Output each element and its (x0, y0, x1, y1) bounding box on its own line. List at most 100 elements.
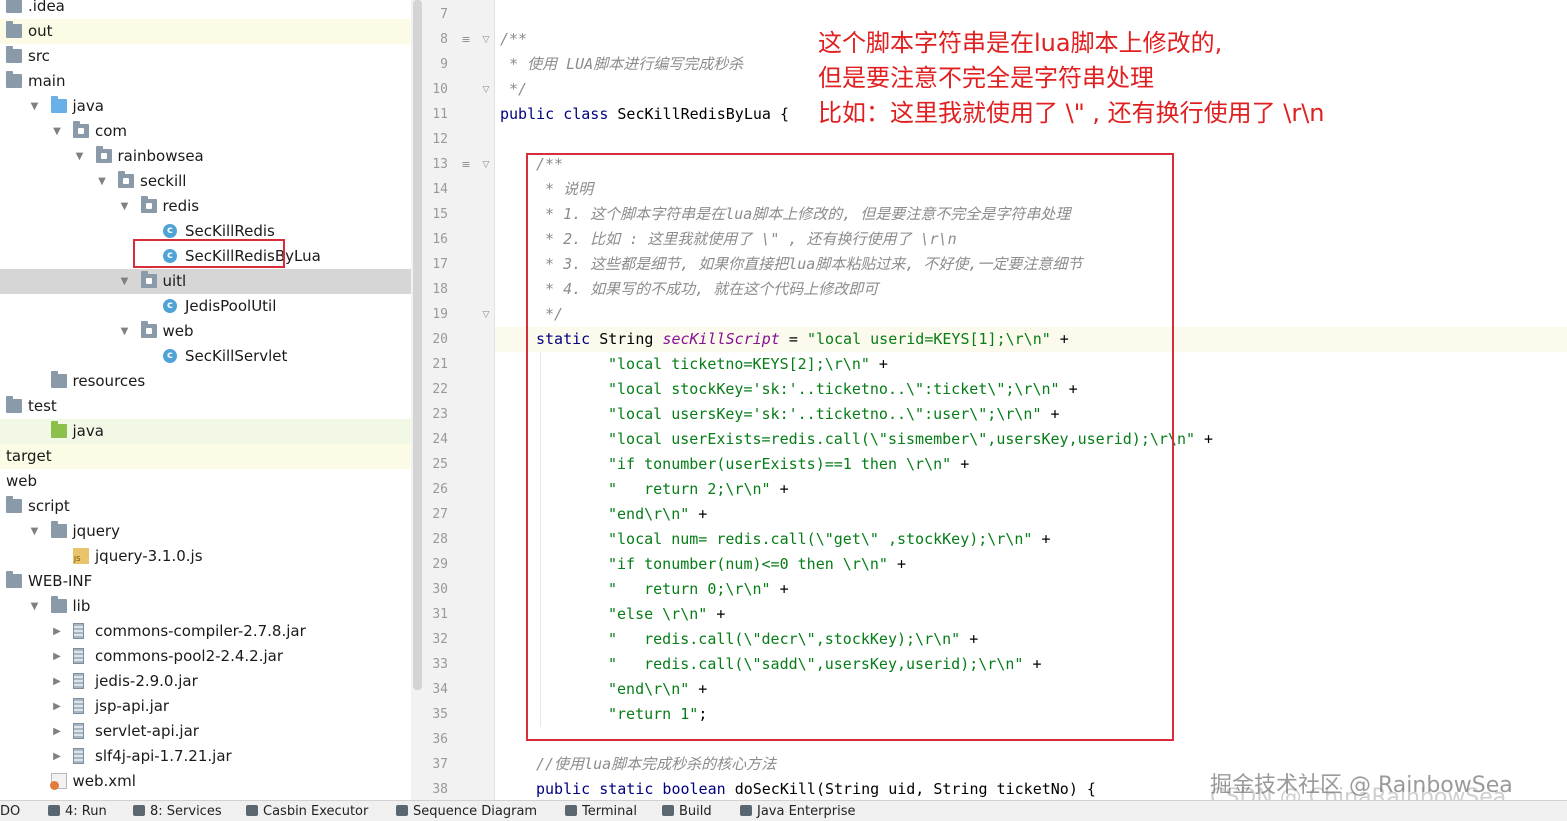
expand-arrow-icon[interactable]: ▼ (96, 169, 108, 194)
code-line: //使用lua脚本完成秒杀的核心方法 (495, 752, 776, 777)
scrollbar-thumb[interactable] (413, 0, 422, 690)
code-line: /** (495, 27, 527, 52)
tool-window-button[interactable]: 4: Run (48, 804, 107, 820)
annotation-line-1: 这个脚本字符串是在lua脚本上修改的, (818, 29, 1223, 57)
tree-item[interactable]: ▼ uitl (0, 269, 411, 294)
collapse-arrow-icon[interactable]: ▶ (51, 619, 63, 644)
line-number: 17 (432, 257, 448, 272)
tool-window-button[interactable]: DO (0, 804, 20, 820)
tree-item[interactable]: ▼ java (0, 94, 411, 119)
tree-item[interactable]: ▼ jquery (0, 519, 411, 544)
line-number: 16 (432, 232, 448, 247)
tree-item-label: out (28, 22, 53, 40)
expand-arrow-icon[interactable]: ▼ (119, 319, 131, 344)
tree-item[interactable]: out (0, 19, 411, 44)
tree-item[interactable]: ▶ servlet-api.jar (0, 719, 411, 744)
collapse-arrow-icon[interactable]: ▶ (51, 644, 63, 669)
expand-arrow-icon[interactable]: ▼ (51, 119, 63, 144)
collapse-arrow-icon[interactable]: ▶ (51, 744, 63, 769)
tree-item-label: JedisPoolUtil (185, 297, 277, 315)
rendered-doc-icon[interactable]: ≡ (460, 159, 472, 171)
code-token: public class (500, 105, 618, 123)
annotation-line-2: 但是要注意不完全是字符串处理 (818, 64, 1154, 92)
folder-icon (6, 496, 22, 513)
tree-item[interactable]: ▼ lib (0, 594, 411, 619)
tree-item[interactable]: c JedisPoolUtil (0, 294, 411, 319)
tool-window-button[interactable]: Sequence Diagram (396, 804, 537, 820)
tool-window-button[interactable]: Casbin Executor (246, 804, 368, 820)
tree-item[interactable]: resources (0, 369, 411, 394)
fold-marker-icon[interactable]: ▽ (480, 309, 492, 321)
tree-item[interactable]: src (0, 44, 411, 69)
code-token: */ (500, 80, 528, 98)
tree-item[interactable]: web (0, 469, 411, 494)
tree-item-label: web.xml (72, 772, 136, 790)
line-number: 31 (432, 607, 448, 622)
tree-item[interactable]: .idea (0, 0, 411, 19)
code-token: //使用lua脚本完成秒杀的核心方法 (536, 755, 777, 773)
rendered-doc-icon[interactable]: ≡ (460, 34, 472, 46)
line-number: 11 (432, 107, 448, 122)
tree-item[interactable]: web.xml (0, 769, 411, 794)
line-number: 23 (432, 407, 448, 422)
fold-marker-icon[interactable]: ▽ (480, 34, 492, 46)
fold-marker-icon[interactable]: ▽ (480, 159, 492, 171)
folder-icon (6, 21, 22, 38)
tree-item[interactable]: script (0, 494, 411, 519)
tree-item[interactable]: c SecKillServlet (0, 344, 411, 369)
jar-icon (73, 698, 84, 714)
tree-item[interactable]: test (0, 394, 411, 419)
tree-item[interactable]: WEB-INF (0, 569, 411, 594)
tree-item[interactable]: ▼ com (0, 119, 411, 144)
tree-item[interactable]: ▶ slf4j-api-1.7.21.jar (0, 744, 411, 769)
tree-item[interactable]: java (0, 419, 411, 444)
line-number: 29 (432, 557, 448, 572)
tree-item[interactable]: ▶ jedis-2.9.0.jar (0, 669, 411, 694)
project-tree-scrollbar[interactable] (411, 0, 424, 800)
tree-item[interactable]: main (0, 69, 411, 94)
tree-item-label: seckill (140, 172, 187, 190)
tool-window-button[interactable]: Build (662, 804, 712, 820)
casbin-icon (246, 805, 258, 816)
tool-window-button[interactable]: Terminal (565, 804, 637, 820)
code-line: public static boolean doSecKill(String u… (495, 777, 1096, 800)
code-token: doSecKill(String uid, String ticketNo) { (734, 780, 1096, 798)
tree-item[interactable]: ▼ web (0, 319, 411, 344)
run-icon (48, 805, 60, 816)
tool-window-button[interactable]: Java Enterprise (740, 804, 855, 820)
package-icon (118, 171, 134, 188)
tree-item[interactable]: ▼ redis (0, 194, 411, 219)
tree-item[interactable]: ▼ seckill (0, 169, 411, 194)
tool-window-button[interactable]: 8: Services (133, 804, 222, 820)
annotation-line-3: 比如：这里我就使用了 \" , 还有换行使用了 \r\n (818, 99, 1325, 127)
tree-item[interactable]: ▶ jsp-api.jar (0, 694, 411, 719)
tree-item-label: java (72, 422, 104, 440)
collapse-arrow-icon[interactable]: ▶ (51, 669, 63, 694)
tree-item[interactable]: JS jquery-3.1.0.js (0, 544, 411, 569)
tree-item[interactable]: ▶ commons-compiler-2.7.8.jar (0, 619, 411, 644)
collapse-arrow-icon[interactable]: ▶ (51, 719, 63, 744)
tree-item-label: servlet-api.jar (95, 722, 199, 740)
package-icon (73, 121, 89, 138)
tool-window-label: 8: Services (150, 804, 222, 819)
expand-arrow-icon[interactable]: ▼ (29, 594, 41, 619)
fold-marker-icon[interactable]: ▽ (480, 84, 492, 96)
expand-arrow-icon[interactable]: ▼ (119, 269, 131, 294)
expand-arrow-icon[interactable]: ▼ (29, 94, 41, 119)
editor-gutter: 7 8 9 10 11 12 13 14 15 16 17 18 19 20 21 22 23 24 25 26 27 2… (424, 0, 495, 800)
tree-item[interactable]: ▶ commons-pool2-2.4.2.jar (0, 644, 411, 669)
expand-arrow-icon[interactable]: ▼ (119, 194, 131, 219)
expand-arrow-icon[interactable]: ▼ (29, 519, 41, 544)
package-icon (140, 271, 157, 288)
expand-arrow-icon[interactable]: ▼ (74, 144, 86, 169)
tree-item[interactable]: target (0, 444, 411, 469)
line-number: 32 (432, 632, 448, 647)
tool-window-label: DO (0, 804, 21, 819)
class-icon: c (163, 349, 177, 363)
collapse-arrow-icon[interactable]: ▶ (51, 694, 63, 719)
tree-item[interactable]: ▼ rainbowsea (0, 144, 411, 169)
tree-item-label: src (28, 47, 50, 65)
line-number: 12 (432, 132, 448, 147)
